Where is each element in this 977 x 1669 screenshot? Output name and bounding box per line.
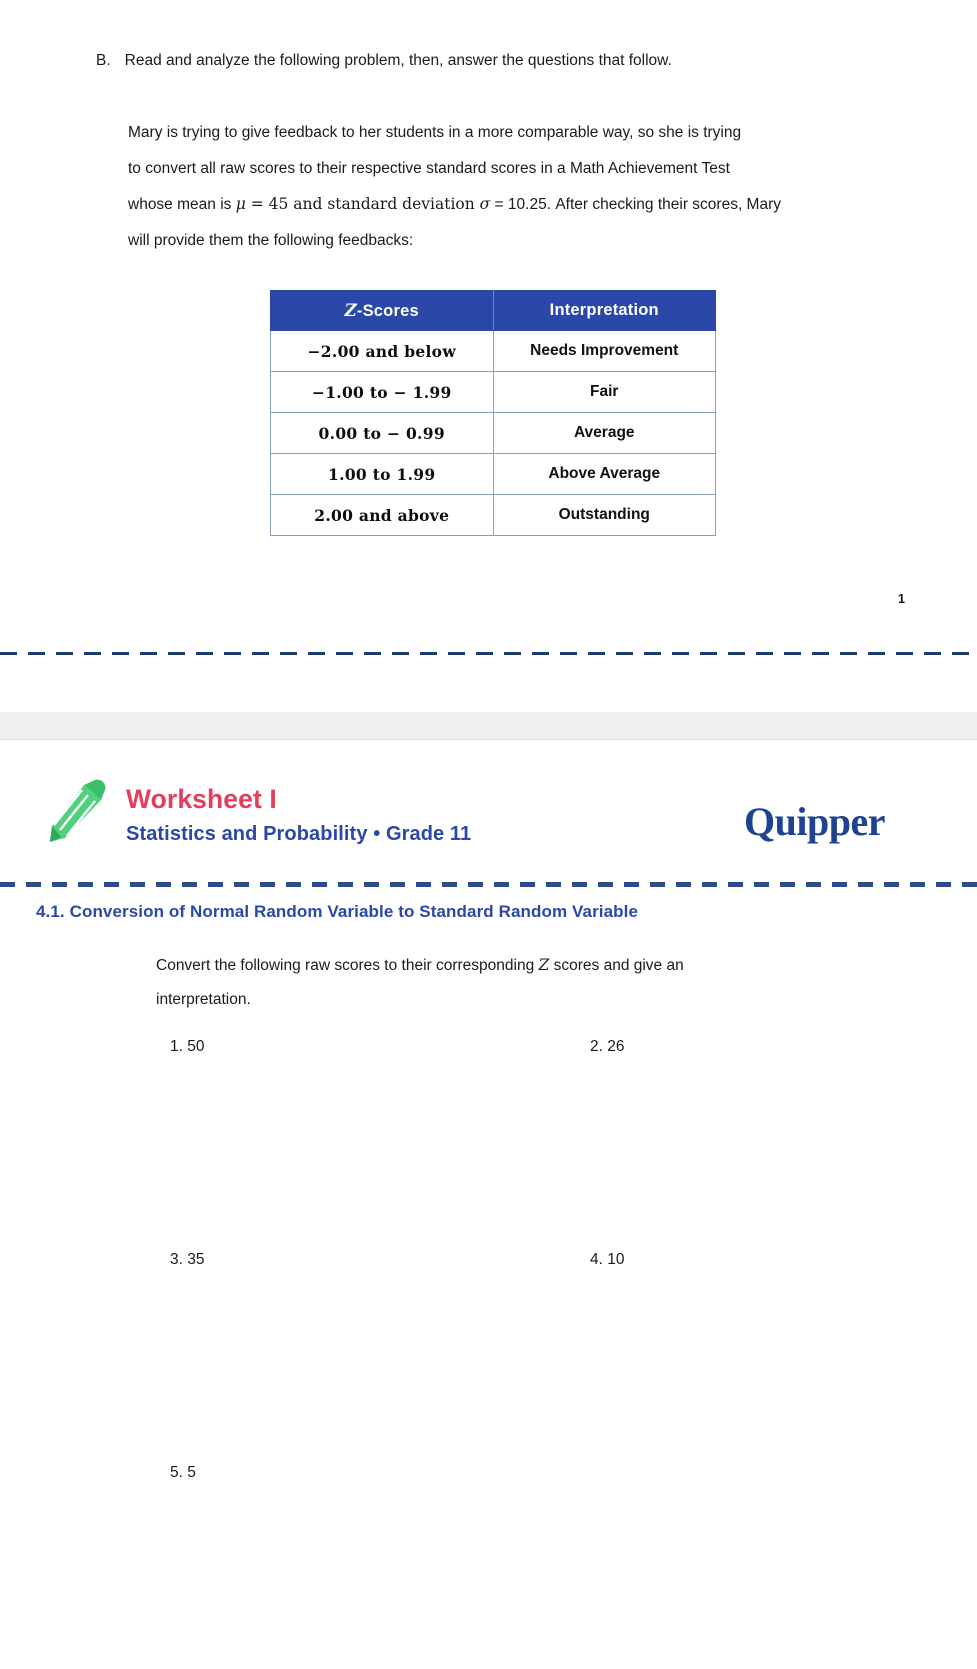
- dashed-cut-line: [0, 652, 977, 655]
- sigma-symbol: σ: [479, 194, 491, 213]
- worksheet-subtitle: Statistics and Probability • Grade 11: [126, 822, 472, 845]
- cell-interpretation: Needs Improvement: [492, 330, 716, 372]
- question-item-2: 2. 26: [590, 1038, 625, 1056]
- question-row: 5. 5: [170, 1464, 870, 1524]
- cell-z-range: −1.00 to − 1.99: [270, 371, 494, 413]
- instructions-line-2: interpretation.: [156, 991, 251, 1009]
- section-b-instruction: B. Read and analyze the following proble…: [96, 50, 896, 72]
- question-list: 1. 50 2. 26 3. 35 4. 10 5. 5: [170, 1038, 870, 1524]
- section-letter: B.: [96, 52, 111, 69]
- cell-interpretation: Outstanding: [492, 494, 716, 536]
- question-value: 26: [607, 1038, 625, 1055]
- cell-z-range: −2.00 and below: [270, 330, 494, 372]
- worksheet-instructions: Convert the following raw scores to thei…: [156, 948, 856, 1017]
- worksheet-section-heading: 4.1. Conversion of Normal Random Variabl…: [36, 902, 639, 921]
- table-row: 2.00 and above Outstanding: [270, 494, 716, 536]
- question-value: 10: [607, 1251, 625, 1268]
- question-item-4: 4. 10: [590, 1251, 625, 1269]
- problem-line-3-part-b: = 45 and standard deviation: [245, 194, 480, 213]
- problem-line-3-part-a: whose mean is: [128, 195, 236, 213]
- cell-z-range: 1.00 to 1.99: [270, 453, 494, 495]
- question-row: 1. 50 2. 26: [170, 1038, 870, 1251]
- question-number: 3.: [170, 1251, 183, 1268]
- question-value: 5: [187, 1464, 196, 1481]
- question-number: 5.: [170, 1464, 183, 1481]
- problem-line-1: Mary is trying to give feedback to her s…: [128, 124, 742, 141]
- page-separator-gap: [0, 712, 977, 740]
- table-row: −1.00 to − 1.99 Fair: [270, 371, 716, 413]
- z-score-interpretation-table: Z-Scores Interpretation −2.00 and below …: [270, 290, 716, 536]
- table-row: 1.00 to 1.99 Above Average: [270, 453, 716, 495]
- z-symbol: Z: [538, 956, 550, 974]
- section-instruction-text: Read and analyze the following problem, …: [124, 52, 672, 69]
- cell-interpretation: Above Average: [492, 453, 716, 495]
- cell-interpretation: Fair: [492, 371, 716, 413]
- cell-z-range: 0.00 to − 0.99: [270, 412, 494, 454]
- worksheet-dashed-divider: [0, 882, 977, 887]
- question-row: 3. 35 4. 10: [170, 1251, 870, 1464]
- instructions-part-b: scores and give an: [549, 957, 684, 974]
- table-header-row: Z-Scores Interpretation: [270, 290, 716, 331]
- question-item-5: 5. 5: [170, 1464, 196, 1482]
- question-item-3: 3. 35: [170, 1251, 205, 1269]
- cell-z-range: 2.00 and above: [270, 494, 494, 536]
- problem-statement: Mary is trying to give feedback to her s…: [128, 115, 890, 259]
- problem-line-3-part-c: = 10.25. After checking their scores, Ma…: [490, 195, 782, 213]
- table-row: 0.00 to − 0.99 Average: [270, 412, 716, 454]
- question-value: 50: [187, 1038, 205, 1055]
- page-number: 1: [898, 592, 905, 606]
- question-value: 35: [187, 1251, 205, 1268]
- question-number: 1.: [170, 1038, 183, 1055]
- worksheet-header: Worksheet I Statistics and Probability •…: [48, 776, 471, 846]
- column-header-z-scores: Z-Scores: [270, 290, 494, 331]
- instructions-part-a: Convert the following raw scores to thei…: [156, 957, 539, 974]
- question-number: 2.: [590, 1038, 603, 1055]
- table-row: −2.00 and below Needs Improvement: [270, 330, 716, 372]
- question-number: 4.: [590, 1251, 603, 1268]
- column-header-interpretation: Interpretation: [492, 290, 716, 331]
- problem-line-2: to convert all raw scores to their respe…: [128, 159, 730, 177]
- cell-interpretation: Average: [492, 412, 716, 454]
- problem-line-4: will provide them the following feedback…: [128, 231, 414, 249]
- worksheet-title: Worksheet I: [126, 784, 277, 814]
- question-item-1: 1. 50: [170, 1038, 205, 1056]
- document-page-2: Worksheet I Statistics and Probability •…: [0, 740, 977, 1669]
- document-page-1: B. Read and analyze the following proble…: [0, 0, 977, 712]
- pencil-icon: [48, 776, 110, 844]
- quipper-logo: Quipper: [744, 799, 885, 844]
- worksheet-title-group: Worksheet I Statistics and Probability •…: [126, 776, 471, 846]
- mu-symbol: μ: [235, 194, 246, 213]
